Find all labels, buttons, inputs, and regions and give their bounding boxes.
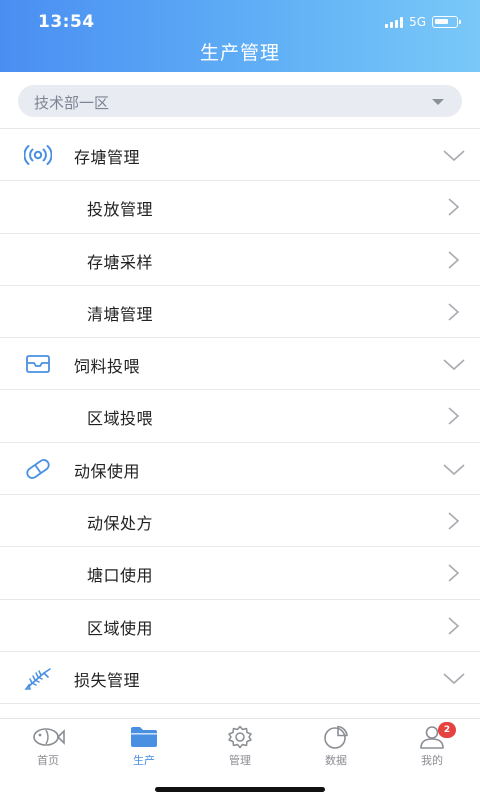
tab-label: 首页 <box>37 754 59 767</box>
chevron-right-icon <box>448 512 460 530</box>
signal-waves-icon <box>24 145 52 165</box>
menu-item-label: 动保处方 <box>87 514 154 534</box>
folder-icon <box>131 727 157 747</box>
tab-label: 生产 <box>133 754 155 767</box>
pie-chart-icon <box>324 725 348 749</box>
menu-item-label: 清塘管理 <box>87 304 154 324</box>
chevron-right-icon <box>448 303 460 321</box>
menu-item-release[interactable]: 投放管理 <box>0 180 480 233</box>
menu-item-label: 投放管理 <box>87 200 154 220</box>
chevron-down-icon <box>443 464 465 475</box>
status-indicators: 5G <box>385 15 461 29</box>
notification-badge: 2 <box>438 722 456 738</box>
app-header: 13:54 5G 生产管理 <box>0 0 480 72</box>
area-selector-value: 技术部一区 <box>34 94 110 112</box>
tab-label: 我的 <box>421 754 443 767</box>
inbox-tray-icon <box>26 355 50 374</box>
battery-icon <box>432 16 461 28</box>
chevron-down-icon <box>443 673 465 685</box>
chevron-down-icon <box>443 359 465 371</box>
chevron-right-icon <box>448 617 460 635</box>
fish-bone-icon <box>24 668 51 690</box>
fish-icon <box>33 728 65 746</box>
chevron-right-icon <box>448 564 460 582</box>
tab-data[interactable]: 数据 <box>288 725 384 775</box>
tab-label: 数据 <box>325 754 347 767</box>
menu-list: 存塘管理 投放管理 存塘采样 清塘管理 饲料投喂 区域投喂 动保使用 动保处方 … <box>0 128 480 718</box>
tab-mine[interactable]: 2 我的 <box>384 722 480 775</box>
tab-label: 管理 <box>229 754 251 767</box>
network-type: 5G <box>409 15 426 29</box>
section-label: 动保使用 <box>74 461 141 481</box>
section-label: 饲料投喂 <box>74 357 141 377</box>
selector-bar: 技术部一区 <box>0 72 480 128</box>
caret-down-icon <box>432 99 444 105</box>
tab-management[interactable]: 管理 <box>192 725 288 775</box>
pill-capsule-icon <box>26 458 50 479</box>
menu-item-label: 塘口使用 <box>87 566 154 586</box>
menu-item-pond-clearing[interactable]: 清塘管理 <box>0 284 480 338</box>
chevron-down-icon <box>443 150 465 162</box>
tab-production[interactable]: 生产 <box>96 725 192 775</box>
menu-item-label: 区域使用 <box>87 618 154 638</box>
cellular-signal-icon <box>385 16 404 28</box>
status-time: 13:54 <box>38 12 95 32</box>
menu-item-area-feeding[interactable]: 区域投喂 <box>0 389 480 442</box>
menu-item-prescription[interactable]: 动保处方 <box>0 494 480 547</box>
section-stock-pond[interactable]: 存塘管理 <box>0 128 480 181</box>
chevron-right-icon <box>448 198 460 216</box>
page-title: 生产管理 <box>199 42 280 64</box>
menu-item-label: 存塘采样 <box>87 252 154 272</box>
menu-item-sampling[interactable]: 存塘采样 <box>0 232 480 285</box>
chevron-right-icon <box>448 407 460 426</box>
home-indicator <box>155 787 325 792</box>
menu-item-pond-usage[interactable]: 塘口使用 <box>0 546 480 599</box>
menu-item-label: 区域投喂 <box>87 409 154 429</box>
chevron-right-icon <box>448 250 460 269</box>
tab-home[interactable]: 首页 <box>0 725 96 775</box>
section-label: 损失管理 <box>74 670 141 690</box>
section-loss-management[interactable]: 损失管理 <box>0 650 480 704</box>
section-animal-protection[interactable]: 动保使用 <box>0 441 480 495</box>
section-feeding[interactable]: 饲料投喂 <box>0 337 480 390</box>
menu-item-area-usage[interactable]: 区域使用 <box>0 598 480 651</box>
area-selector[interactable]: 技术部一区 <box>18 85 462 117</box>
list-bottom-divider <box>0 703 480 718</box>
gear-icon <box>228 725 252 749</box>
section-label: 存塘管理 <box>74 148 141 167</box>
